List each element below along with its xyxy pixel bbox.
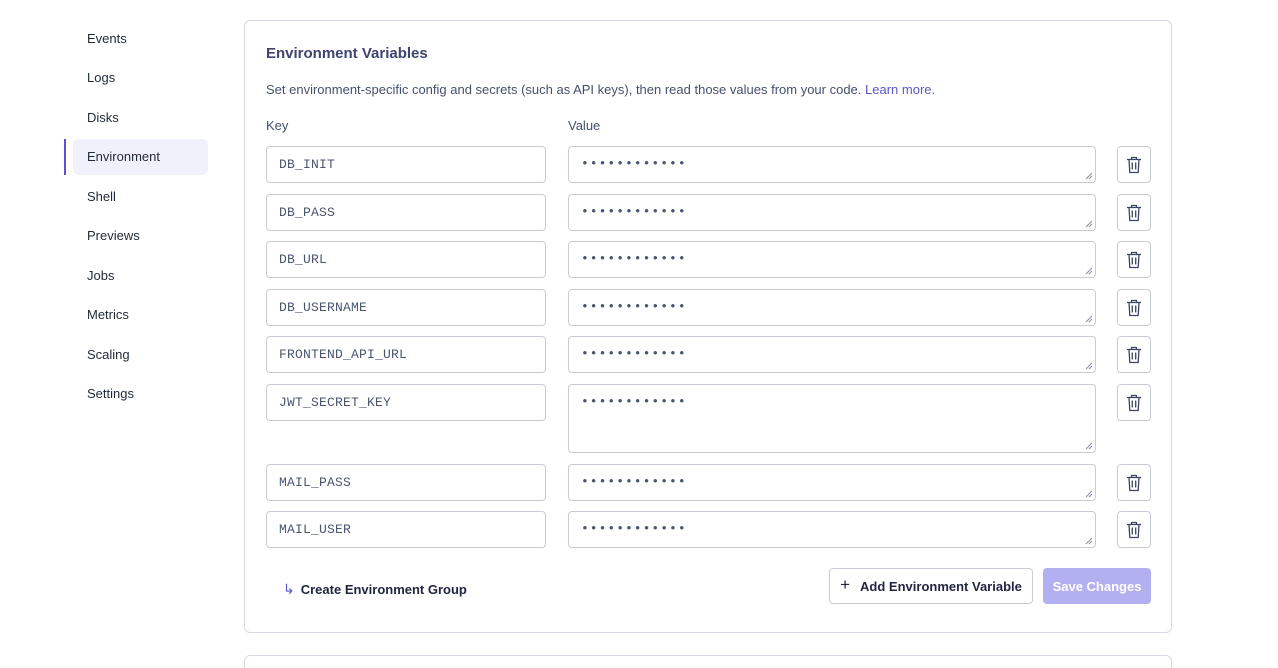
masked-value: •••••••••••• [581,156,687,171]
delete-variable-button[interactable] [1117,511,1151,548]
resize-grip-icon[interactable] [1085,537,1093,545]
add-variable-label: Add Environment Variable [860,578,1022,594]
env-value-input[interactable]: •••••••••••• [568,511,1096,548]
masked-value: •••••••••••• [581,204,687,219]
env-vars-panel: Environment Variables Set environment-sp… [244,20,1172,633]
panel-description: Set environment-specific config and secr… [266,82,935,97]
env-value-input[interactable]: •••••••••••• [568,289,1096,326]
env-value-input[interactable]: •••••••••••• [568,336,1096,373]
masked-value: •••••••••••• [581,474,687,489]
env-key-input[interactable]: MAIL_PASS [266,464,546,501]
sidebar-item-previews[interactable]: Previews [64,218,212,254]
env-value-input[interactable]: •••••••••••• [568,146,1096,183]
next-panel [244,655,1172,668]
delete-variable-button[interactable] [1117,146,1151,183]
resize-grip-icon[interactable] [1085,172,1093,180]
env-value-input[interactable]: •••••••••••• [568,384,1096,453]
resize-grip-icon[interactable] [1085,220,1093,228]
sidebar-item-shell[interactable]: Shell [64,178,212,214]
env-key-input[interactable]: DB_PASS [266,194,546,231]
sidebar-item-label: Events [87,30,127,46]
resize-grip-icon[interactable] [1085,362,1093,370]
sidebar-item-label: Metrics [87,307,129,322]
trash-icon [1127,394,1141,411]
description-text: Set environment-specific config and secr… [266,82,862,97]
env-key-input[interactable]: MAIL_USER [266,511,546,548]
add-env-variable-button[interactable]: + Add Environment Variable [829,568,1033,604]
sidebar-item-disks[interactable]: Disks [64,99,212,135]
delete-variable-button[interactable] [1117,241,1151,278]
sidebar: Events Logs Disks Environment Shell Prev… [64,20,212,415]
env-value-input[interactable]: •••••••••••• [568,194,1096,231]
sidebar-item-label: Settings [87,386,134,401]
sidebar-item-label: Scaling [87,346,130,362]
trash-icon [1127,346,1141,363]
trash-icon [1127,156,1141,173]
delete-variable-button[interactable] [1117,464,1151,501]
learn-more-link[interactable]: Learn more. [865,82,935,97]
sidebar-item-label: Previews [87,228,140,243]
resize-grip-icon[interactable] [1085,267,1093,275]
sidebar-item-logs[interactable]: Logs [64,60,212,96]
value-column-label: Value [568,118,601,133]
arrow-return-icon: ↳ [283,581,295,597]
trash-icon [1127,474,1141,491]
env-key-input[interactable]: JWT_SECRET_KEY [266,384,546,421]
sidebar-item-environment[interactable]: Environment [64,138,212,175]
masked-value: •••••••••••• [581,251,687,266]
env-key-input[interactable]: DB_USERNAME [266,289,546,326]
sidebar-item-scaling[interactable]: Scaling [64,336,212,372]
resize-grip-icon[interactable] [1085,490,1093,498]
masked-value: •••••••••••• [581,521,687,536]
sidebar-item-settings[interactable]: Settings [64,376,212,412]
masked-value: •••••••••••• [581,299,687,314]
resize-grip-icon[interactable] [1085,315,1093,323]
trash-icon [1127,521,1141,538]
create-env-group-button[interactable]: ↳ Create Environment Group [283,581,467,598]
trash-icon [1127,204,1141,221]
env-key-input[interactable]: FRONTEND_API_URL [266,336,546,373]
sidebar-item-label: Jobs [87,267,115,283]
trash-icon [1127,251,1141,268]
delete-variable-button[interactable] [1117,289,1151,326]
sidebar-item-events[interactable]: Events [64,20,212,56]
masked-value: •••••••••••• [581,346,687,361]
delete-variable-button[interactable] [1117,194,1151,231]
sidebar-item-metrics[interactable]: Metrics [64,297,212,333]
create-group-label: Create Environment Group [300,582,467,597]
masked-value: •••••••••••• [581,394,687,409]
panel-title: Environment Variables [266,45,428,62]
resize-grip-icon[interactable] [1085,442,1093,450]
env-key-input[interactable]: DB_INIT [266,146,546,183]
delete-variable-button[interactable] [1117,384,1151,421]
env-key-input[interactable]: DB_URL [266,241,546,278]
sidebar-item-label: Disks [87,109,119,125]
env-value-input[interactable]: •••••••••••• [568,241,1096,278]
sidebar-item-label: Environment [87,149,160,164]
sidebar-item-label: Shell [87,188,116,204]
sidebar-item-label: Logs [87,70,116,85]
sidebar-item-jobs[interactable]: Jobs [64,257,212,293]
delete-variable-button[interactable] [1117,336,1151,373]
key-column-label: Key [266,118,289,133]
save-changes-button[interactable]: Save Changes [1043,568,1151,604]
plus-icon: + [840,575,851,594]
env-value-input[interactable]: •••••••••••• [568,464,1096,501]
trash-icon [1127,299,1141,316]
